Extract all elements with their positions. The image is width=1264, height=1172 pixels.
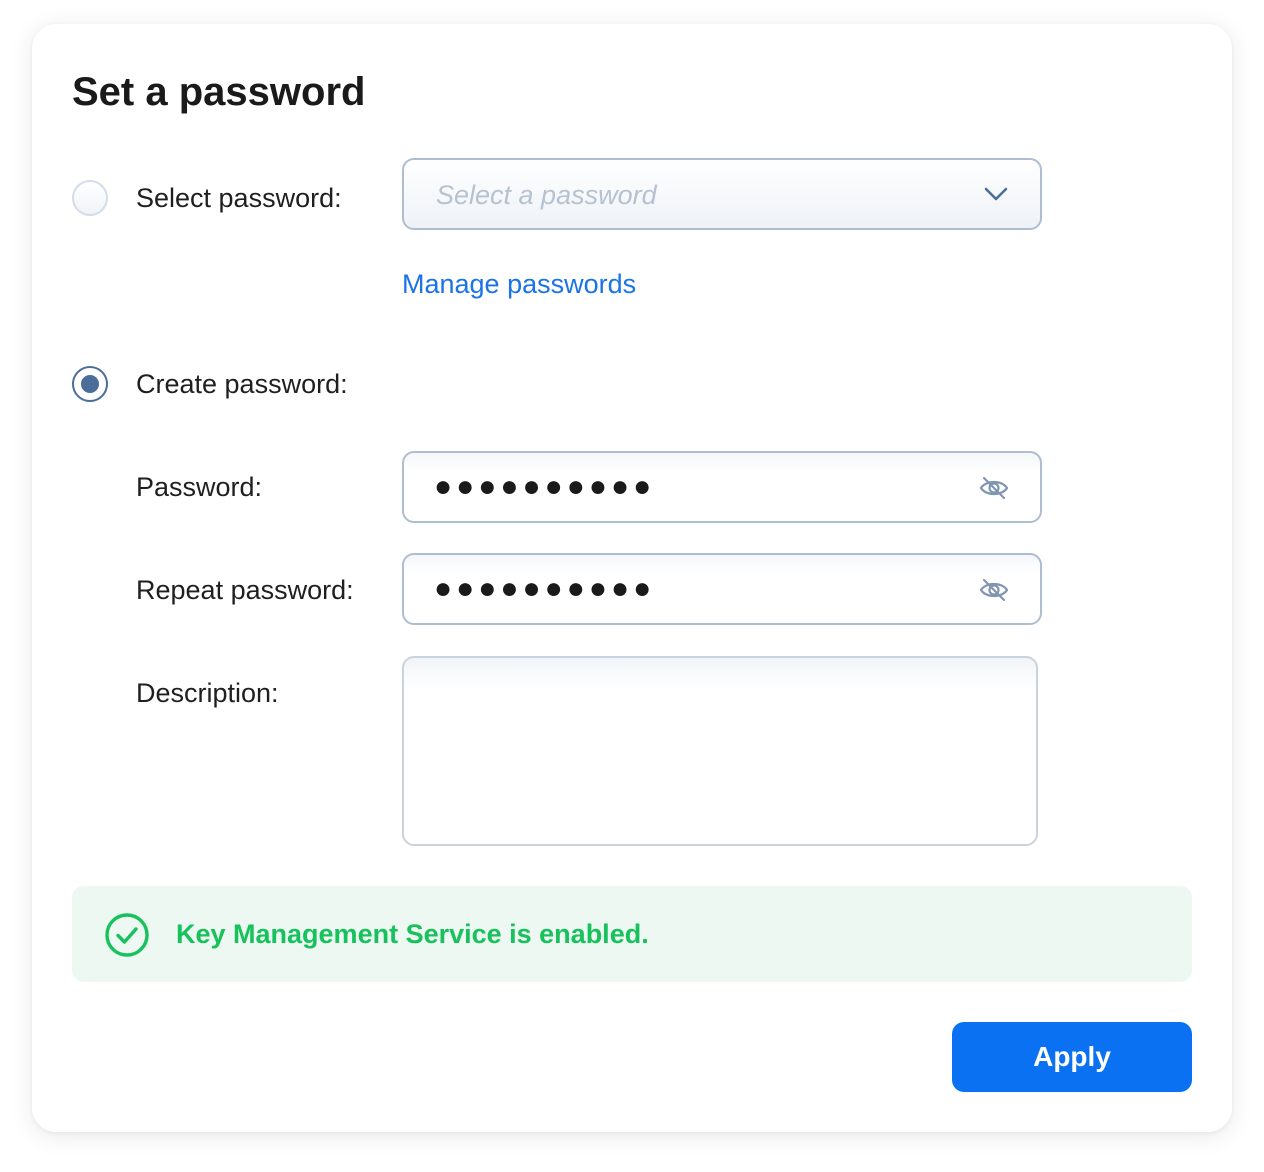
radio-selected-dot [81, 375, 99, 393]
manage-passwords-link[interactable]: Manage passwords [402, 268, 636, 300]
select-password-label: Select password: [136, 183, 342, 213]
create-password-label: Create password: [136, 369, 348, 399]
kms-status-message: Key Management Service is enabled. [176, 919, 649, 949]
description-textarea[interactable] [402, 656, 1038, 846]
apply-button[interactable]: Apply [952, 1022, 1192, 1092]
select-password-radio[interactable] [72, 180, 108, 216]
dialog-title: Set a password [72, 70, 366, 114]
password-select-placeholder: Select a password [436, 180, 657, 210]
eye-slash-icon[interactable] [978, 474, 1010, 502]
password-input[interactable]: ●●●●●●●●●● [402, 451, 1042, 523]
password-label: Password: [136, 472, 263, 502]
eye-slash-icon[interactable] [978, 576, 1010, 604]
set-password-dialog: Set a password Select password: Select a… [32, 24, 1232, 1132]
check-circle-icon [105, 913, 149, 957]
create-password-radio[interactable] [72, 366, 108, 402]
repeat-password-label: Repeat password: [136, 575, 354, 605]
repeat-password-input[interactable]: ●●●●●●●●●● [402, 553, 1042, 625]
password-value: ●●●●●●●●●● [434, 470, 656, 503]
chevron-down-icon [984, 187, 1008, 201]
password-select-dropdown[interactable]: Select a password [402, 158, 1042, 230]
description-label: Description: [136, 678, 279, 708]
repeat-password-value: ●●●●●●●●●● [434, 572, 656, 605]
kms-status-banner: Key Management Service is enabled. [72, 886, 1192, 982]
